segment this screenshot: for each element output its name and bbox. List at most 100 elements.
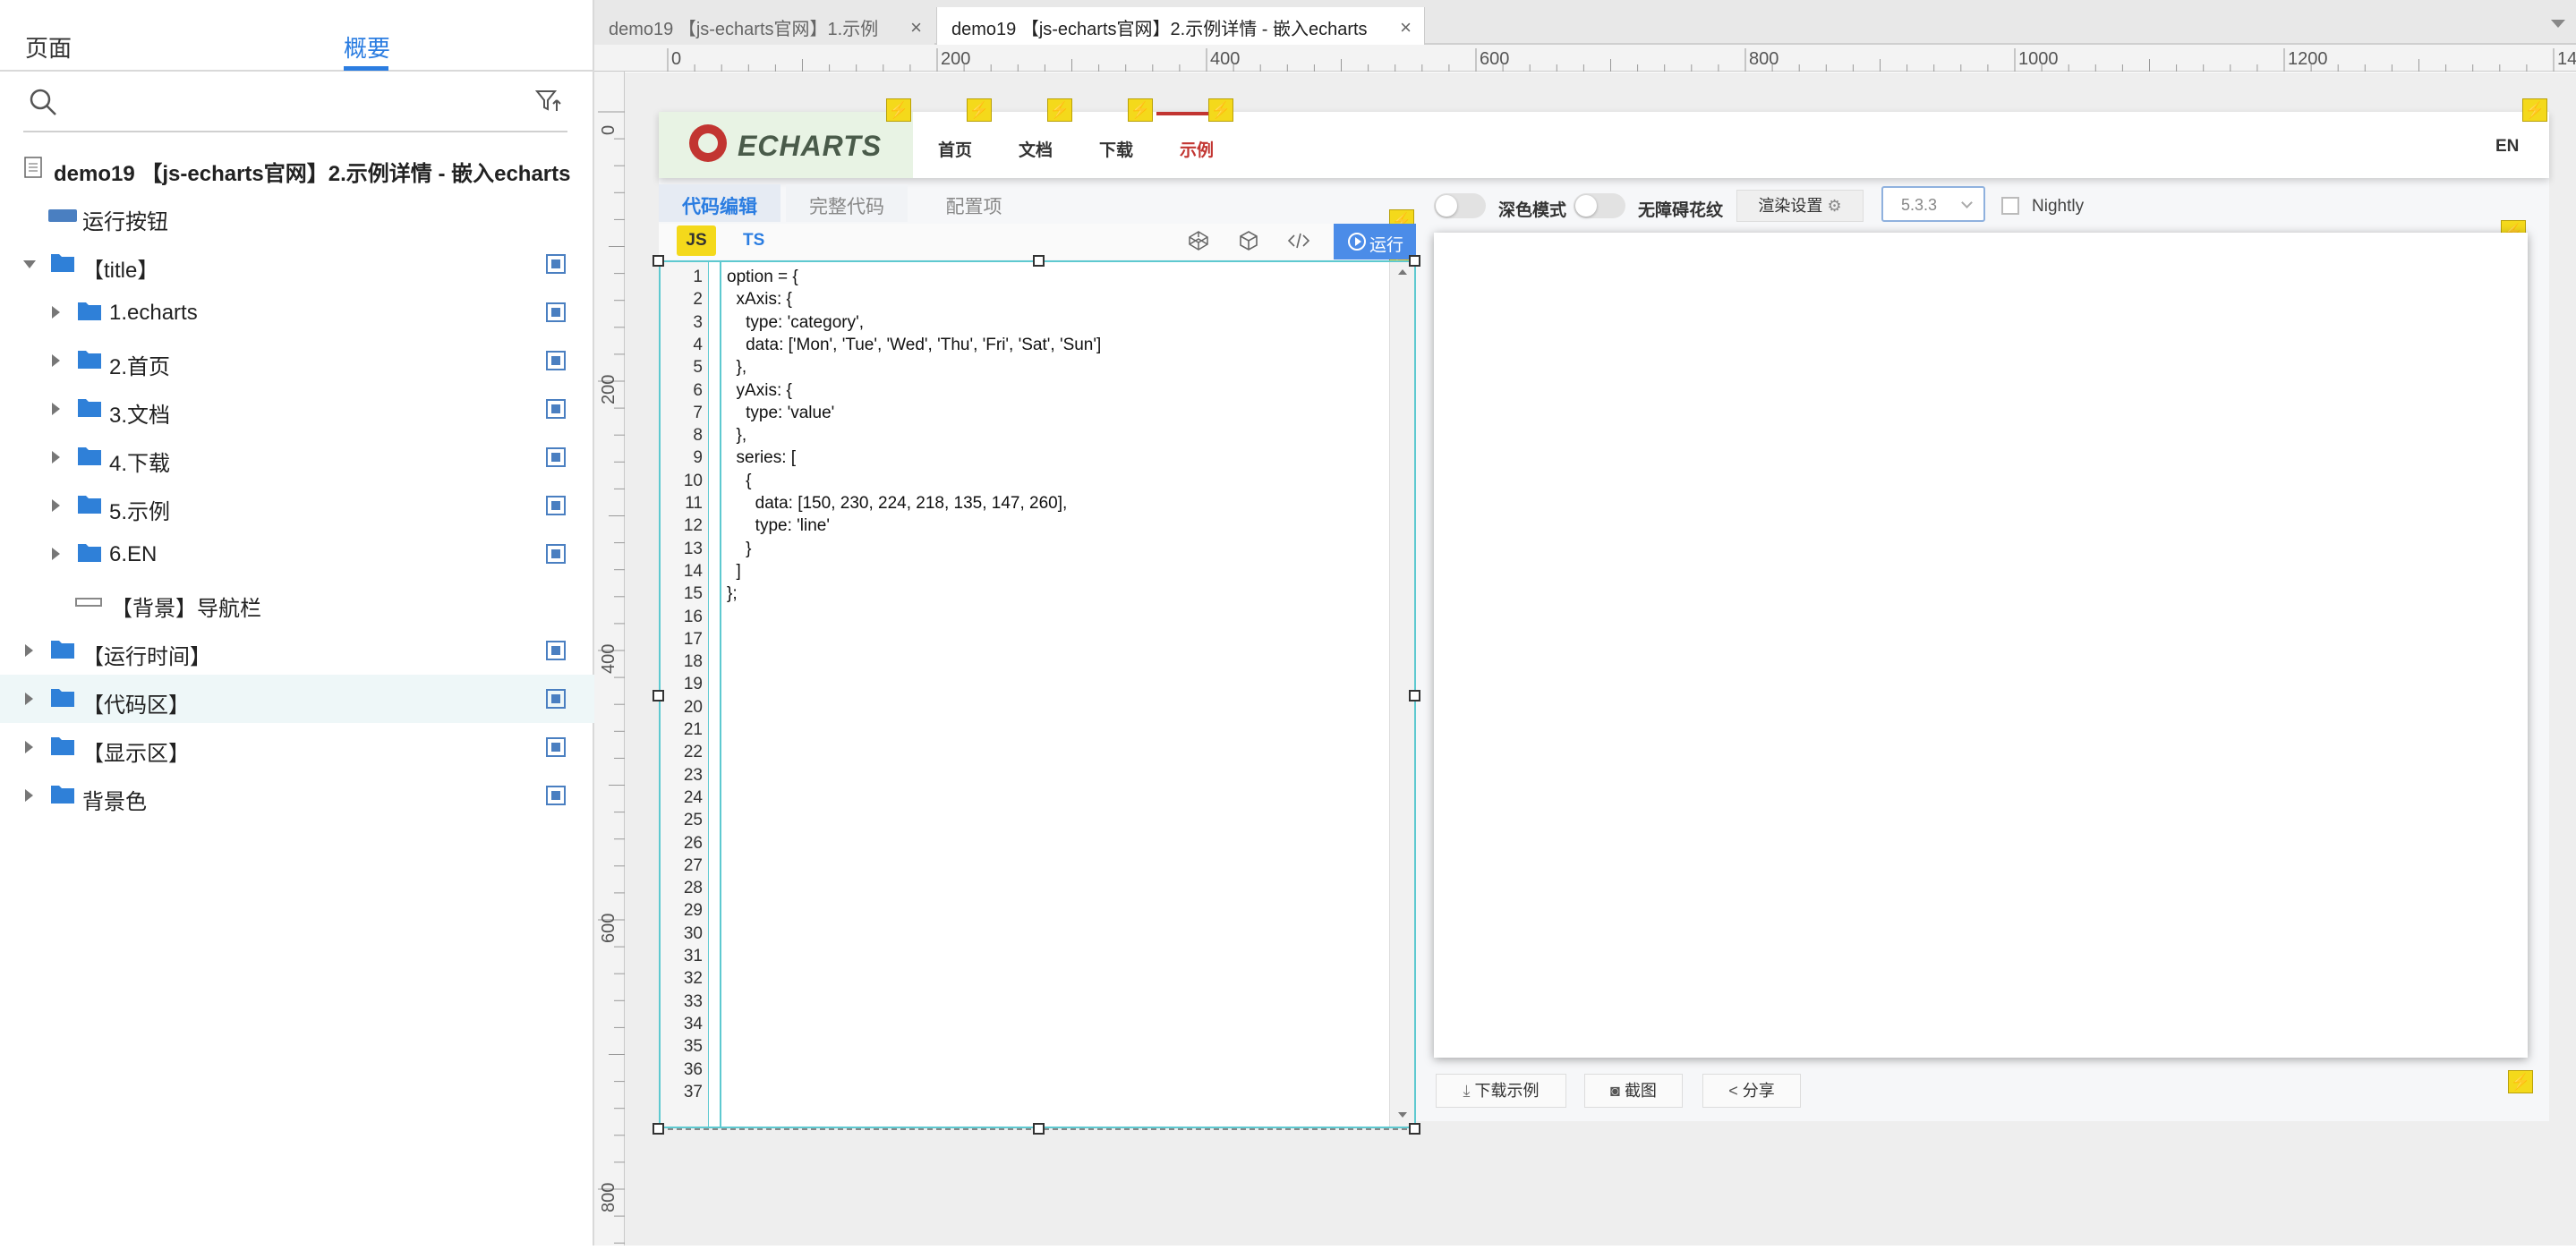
tree-row[interactable]: 背景色: [0, 771, 594, 820]
cube-icon[interactable]: [1237, 229, 1260, 252]
caret-right-icon[interactable]: [25, 789, 33, 802]
nav-item-examples[interactable]: 示例: [1180, 137, 1214, 161]
line-number: 25: [683, 811, 703, 830]
tab-outline[interactable]: 概要: [344, 30, 390, 64]
visibility-toggle[interactable]: [546, 786, 566, 805]
tree-row[interactable]: 2.首页: [0, 336, 594, 385]
caret-right-icon[interactable]: [25, 644, 33, 657]
decal-toggle[interactable]: [1574, 193, 1625, 218]
resize-handle[interactable]: [1033, 255, 1045, 267]
nav-item-docs[interactable]: 文档: [1019, 137, 1053, 161]
visibility-toggle[interactable]: [546, 399, 566, 419]
line-number: 33: [683, 991, 703, 1011]
tree-row[interactable]: 1.echarts: [0, 288, 594, 336]
ruler-label: 1000: [2018, 49, 2059, 69]
echarts-logo[interactable]: ECHARTS: [659, 112, 913, 178]
line-number: 13: [683, 539, 703, 558]
close-icon[interactable]: ×: [1400, 16, 1412, 39]
chart-display-area[interactable]: [1434, 233, 2528, 1058]
codepen-icon[interactable]: [1187, 229, 1210, 252]
tab-full-code[interactable]: 完整代码: [786, 184, 908, 222]
search-icon[interactable]: [27, 86, 59, 118]
tab-overflow-arrow-icon[interactable]: [2551, 20, 2565, 28]
tree-item-label: 【title】: [82, 259, 159, 283]
line-number: 31: [683, 947, 703, 965]
nav-item-download[interactable]: 下载: [1099, 137, 1133, 161]
tree-row[interactable]: 运行按钮: [0, 191, 594, 240]
tab-pages[interactable]: 页面: [25, 30, 72, 64]
interaction-bolt-icon[interactable]: ⚡: [2522, 98, 2547, 122]
caret-down-icon[interactable]: [23, 260, 36, 268]
play-icon: [1348, 233, 1366, 251]
caret-right-icon[interactable]: [52, 451, 60, 463]
line-number: 17: [683, 629, 703, 649]
caret-right-icon[interactable]: [52, 548, 60, 560]
version-select[interactable]: 5.3.3: [1881, 186, 1985, 222]
nav-item-lang[interactable]: EN: [2495, 137, 2519, 157]
visibility-toggle[interactable]: [546, 737, 566, 757]
tree-row[interactable]: 5.示例: [0, 481, 594, 530]
tree-row[interactable]: 【背景】导航栏: [0, 578, 594, 626]
resize-handle[interactable]: [1409, 255, 1420, 267]
render-settings-button[interactable]: 渲染设置 ⚙: [1736, 190, 1864, 222]
visibility-toggle[interactable]: [546, 351, 566, 370]
caret-right-icon[interactable]: [25, 693, 33, 705]
tree-row[interactable]: 【title】: [0, 240, 594, 288]
filter-icon[interactable]: [535, 88, 562, 115]
tree-row[interactable]: 6.EN: [0, 530, 594, 578]
tree-row[interactable]: 【代码区】: [0, 675, 594, 723]
code-icon[interactable]: [1287, 229, 1310, 252]
interaction-bolt-icon[interactable]: ⚡: [886, 98, 911, 122]
caret-right-icon[interactable]: [52, 306, 60, 319]
caret-right-icon[interactable]: [52, 403, 60, 415]
run-button[interactable]: 运行: [1334, 224, 1416, 259]
tab-code-edit[interactable]: 代码编辑: [659, 184, 780, 222]
resize-handle[interactable]: [653, 690, 664, 702]
tab-options[interactable]: 配置项: [913, 184, 1035, 222]
interaction-bolt-icon[interactable]: ⚡: [967, 98, 992, 122]
resize-handle[interactable]: [1409, 1123, 1420, 1135]
lang-js-button[interactable]: JS: [677, 225, 716, 256]
interaction-bolt-icon[interactable]: ⚡: [1128, 98, 1153, 122]
code-editor[interactable]: 1 2 3 4 5 6 7 8 9 10 11 12 13 14 15 16 17 18 19 20 21 22 23 24 2…: [659, 260, 1416, 1128]
nightly-label: Nightly: [2032, 197, 2085, 216]
gear-icon: ⚙: [1827, 197, 1842, 215]
tree-row[interactable]: 【显示区】: [0, 723, 594, 771]
caret-right-icon[interactable]: [25, 741, 33, 753]
close-icon[interactable]: ×: [910, 16, 922, 39]
nightly-checkbox[interactable]: [2001, 197, 2019, 215]
share-button[interactable]: < 分享: [1702, 1074, 1801, 1108]
tree-row[interactable]: 4.下载: [0, 433, 594, 481]
visibility-toggle[interactable]: [546, 447, 566, 467]
lang-ts-button[interactable]: TS: [743, 231, 764, 251]
resize-handle[interactable]: [1033, 1123, 1045, 1135]
download-icon: ⤓: [1463, 1082, 1471, 1100]
tree-row[interactable]: 【运行时间】: [0, 626, 594, 675]
screenshot-button[interactable]: ◙ 截图: [1584, 1074, 1683, 1108]
interaction-bolt-icon[interactable]: ⚡: [1208, 98, 1233, 122]
visibility-toggle[interactable]: [546, 641, 566, 660]
line-number: 6: [693, 380, 703, 400]
interaction-bolt-icon[interactable]: ⚡: [2508, 1070, 2533, 1093]
visibility-toggle[interactable]: [546, 544, 566, 564]
resize-handle[interactable]: [653, 1123, 664, 1135]
visibility-toggle[interactable]: [546, 496, 566, 515]
resize-handle[interactable]: [653, 255, 664, 267]
tree-row[interactable]: 3.文档: [0, 385, 594, 433]
resize-handle[interactable]: [1409, 690, 1420, 702]
visibility-toggle[interactable]: [546, 302, 566, 322]
folder-icon: [78, 399, 101, 417]
doc-tab[interactable]: demo19 【js-echarts官网】1.示例 ×: [594, 7, 934, 45]
nav-item-home[interactable]: 首页: [938, 137, 972, 161]
interaction-bolt-icon[interactable]: ⚡: [1047, 98, 1072, 122]
caret-right-icon[interactable]: [52, 499, 60, 512]
caret-right-icon[interactable]: [52, 354, 60, 367]
rectangle-icon: [75, 598, 102, 607]
dark-mode-toggle[interactable]: [1434, 193, 1486, 218]
doc-tab-active[interactable]: demo19 【js-echarts官网】2.示例详情 - 嵌入echarts …: [936, 7, 1425, 45]
tree-row[interactable]: demo19 【js-echarts官网】2.示例详情 - 嵌入echarts: [0, 143, 594, 191]
visibility-toggle[interactable]: [546, 254, 566, 274]
ruler-label: 0: [671, 49, 681, 69]
visibility-toggle[interactable]: [546, 689, 566, 709]
download-example-button[interactable]: ⤓ 下载示例: [1436, 1074, 1566, 1108]
